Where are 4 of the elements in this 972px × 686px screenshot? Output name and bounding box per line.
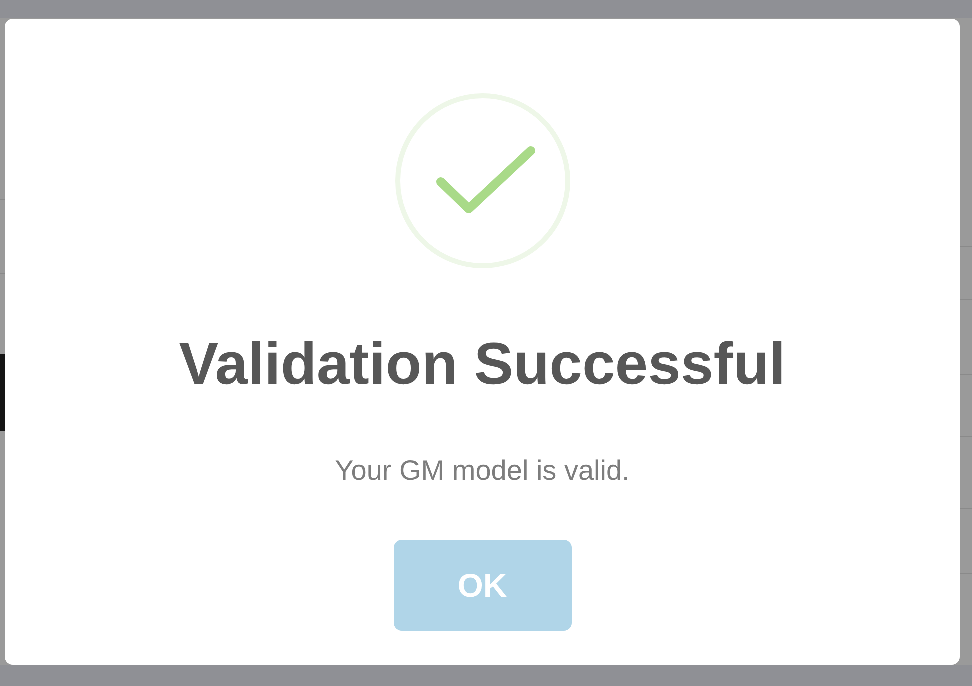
success-check-icon	[394, 93, 570, 269]
ok-button[interactable]: OK	[394, 540, 572, 631]
dialog-title: Validation Successful	[179, 330, 786, 399]
dialog-message: Your GM model is valid.	[335, 454, 630, 488]
